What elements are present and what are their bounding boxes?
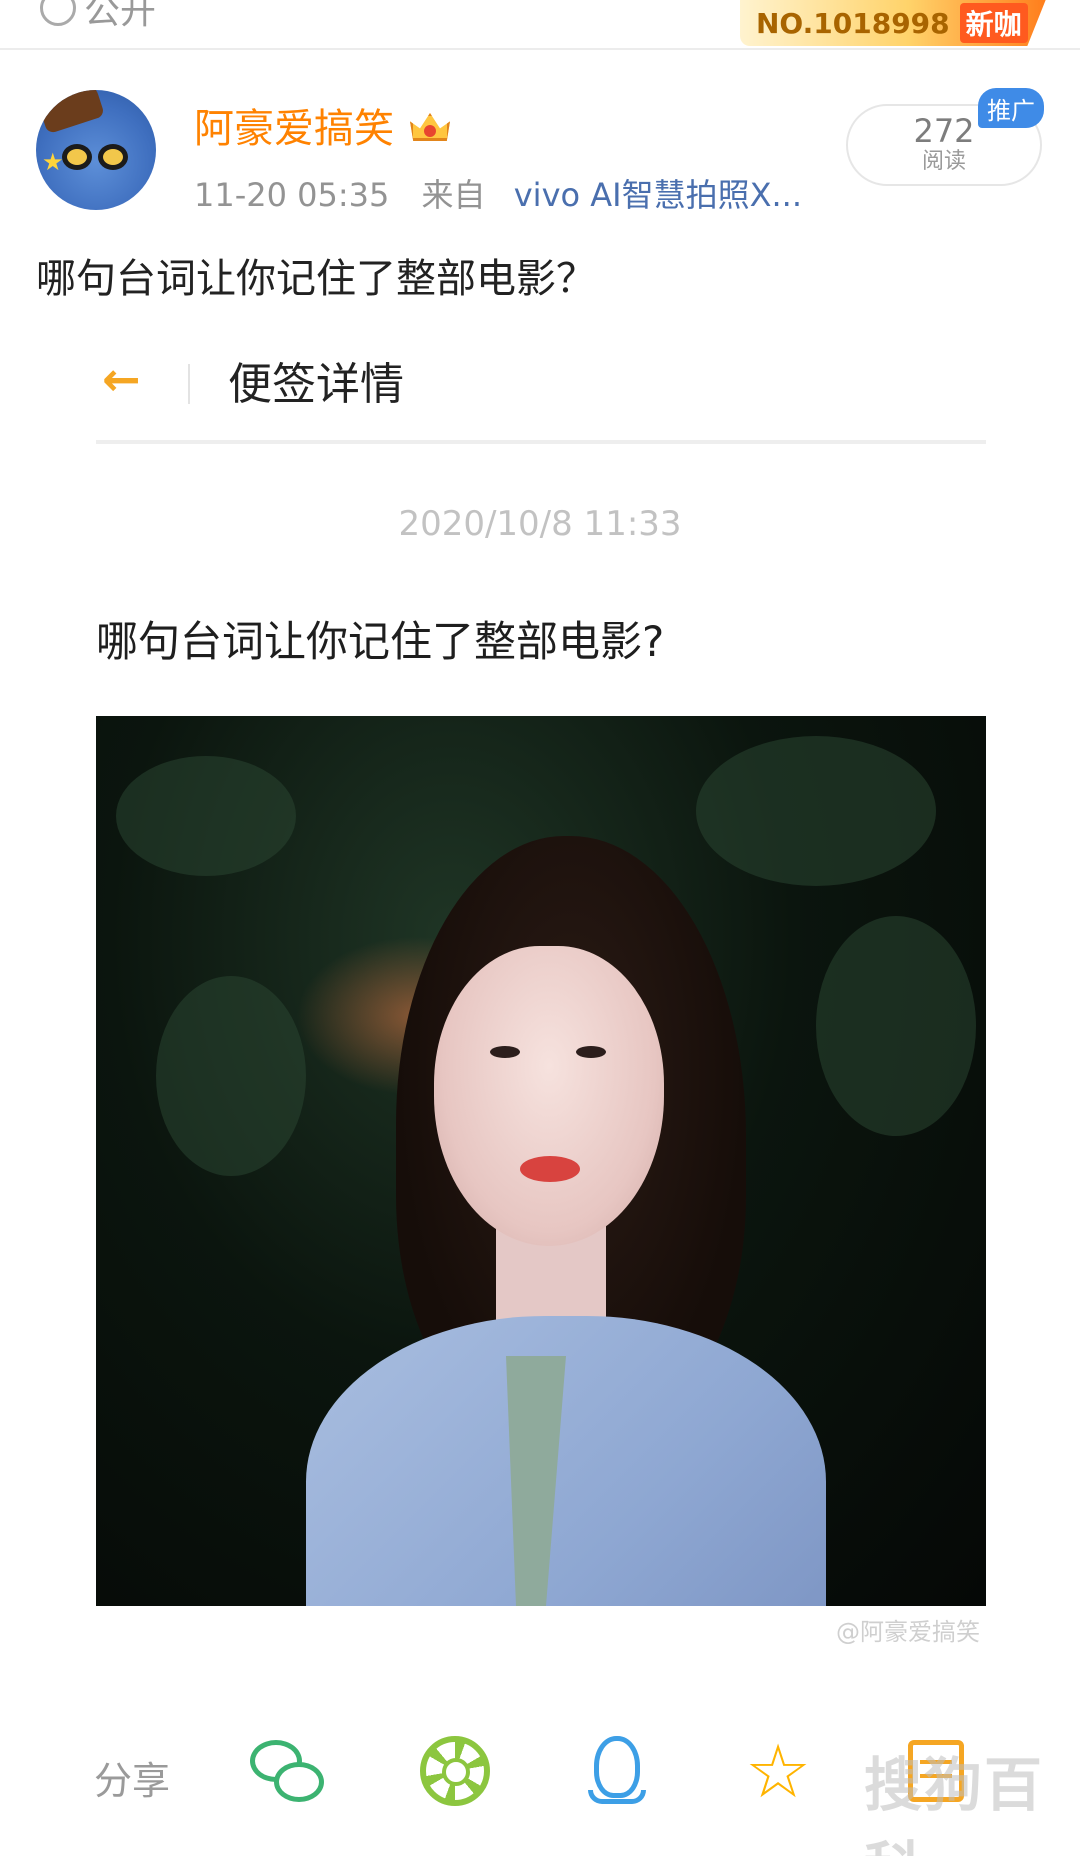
visibility-indicator: 公开: [40, 0, 156, 34]
post-meta: 11-20 05:35 来自 vivo AI智慧拍照X...: [194, 170, 802, 216]
from-label: 来自: [421, 176, 486, 214]
qq-icon[interactable]: [580, 1734, 656, 1810]
avatar[interactable]: ★: [36, 90, 156, 210]
divider: [188, 364, 190, 404]
avatar-glasses-icon: [62, 144, 132, 170]
post-text: 哪句台词让你记住了整部电影？: [36, 256, 596, 302]
star-icon: ★: [42, 148, 64, 176]
share-label: 分享: [94, 1759, 171, 1803]
username-row[interactable]: 阿豪爱搞笑: [194, 96, 452, 154]
note-date: 2020/10/8 11:33: [398, 504, 682, 544]
favorite-icon[interactable]: ☆: [740, 1734, 816, 1810]
read-label: 阅读: [921, 149, 966, 174]
globe-icon: [40, 0, 76, 26]
overlay-watermark: 搜狗百科: [864, 1751, 1045, 1856]
rank-label: NO.1018998: [756, 6, 950, 40]
username[interactable]: 阿豪爱搞笑: [194, 96, 394, 154]
rank-tag: 新咖: [959, 3, 1028, 43]
note-nav-title: 便签详情: [228, 359, 404, 410]
rank-badge[interactable]: NO.1018998 新咖: [740, 0, 1046, 46]
wechat-icon[interactable]: [250, 1734, 326, 1810]
divider: [96, 440, 986, 444]
note-header: ← 便签详情: [96, 342, 986, 434]
crown-icon: [408, 105, 452, 145]
post-source[interactable]: vivo AI智慧拍照X...: [514, 176, 802, 214]
post-time: 11-20 05:35: [194, 176, 390, 214]
moments-icon[interactable]: [418, 1734, 494, 1810]
note-title: 哪句台词让你记住了整部电影?: [96, 617, 665, 666]
promo-badge[interactable]: 推广: [978, 88, 1044, 128]
visibility-label: 公开: [84, 0, 157, 32]
image-watermark: @阿豪爱搞笑: [836, 1618, 980, 1646]
top-bar: 公开 NO.1018998 新咖: [0, 0, 1080, 50]
avatar-hat-icon: [36, 90, 106, 135]
post-photo[interactable]: [96, 716, 986, 1606]
back-arrow-icon: ←: [102, 352, 141, 406]
